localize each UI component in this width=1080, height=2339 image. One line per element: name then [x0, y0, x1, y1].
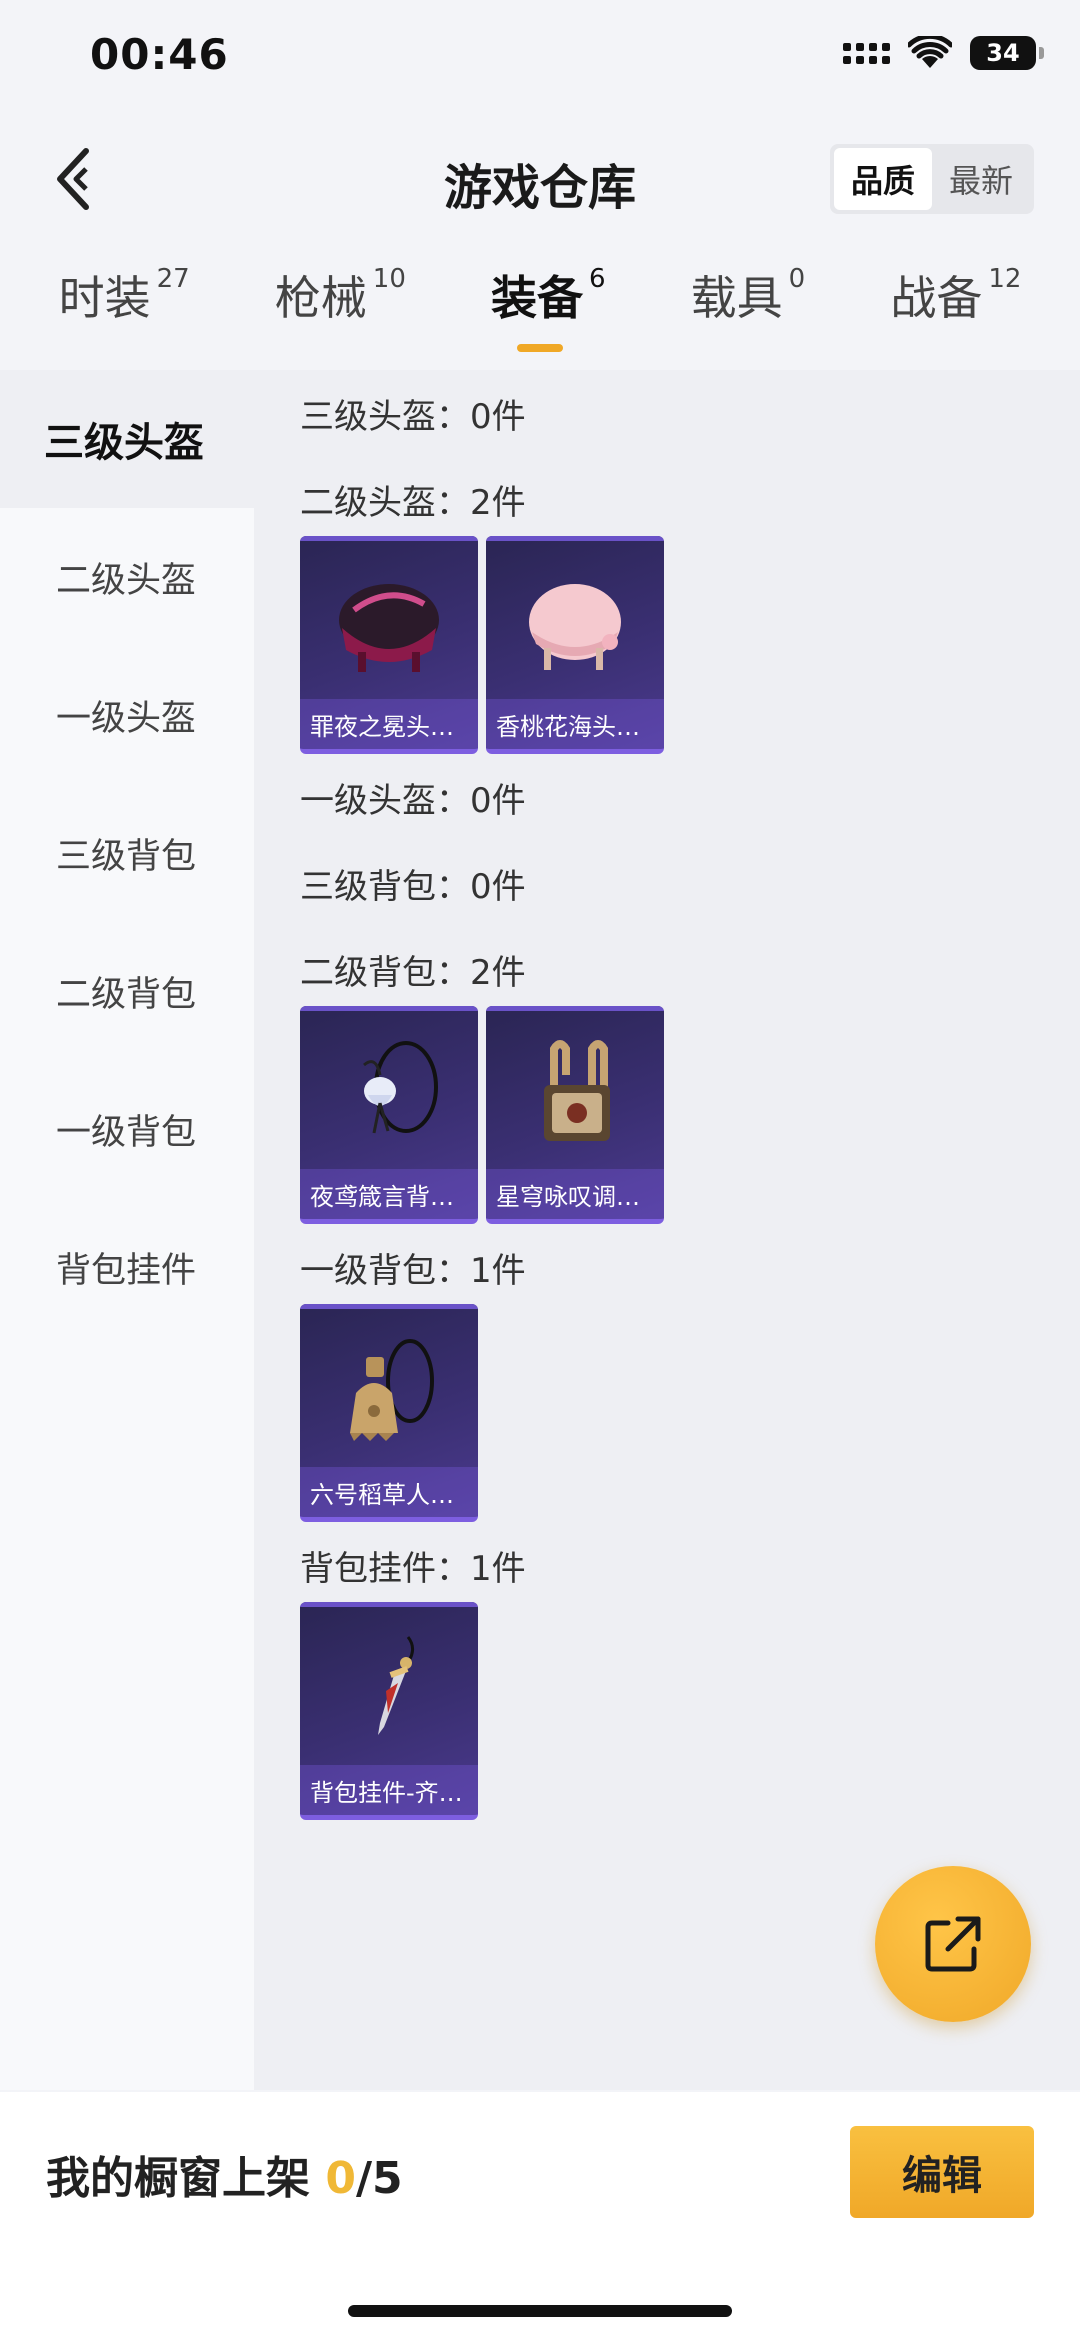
showcase-total: /5: [355, 2153, 403, 2204]
item-row: 背包挂件-齐…: [300, 1602, 1080, 1820]
item-card[interactable]: 背包挂件-齐…: [300, 1602, 478, 1820]
sidebar-item-level1-helmet[interactable]: 一级头盔: [0, 646, 254, 784]
section-title: 背包挂件：1件: [300, 1548, 526, 1589]
tab-count: 0: [788, 264, 806, 294]
home-indicator: [348, 2305, 732, 2317]
tab-label: 时装: [58, 271, 151, 325]
cellular-signal-icon: [843, 42, 890, 64]
sidebar-item-level3-backpack[interactable]: 三级背包: [0, 784, 254, 922]
sort-toggle: 品质 最新: [830, 144, 1034, 214]
tab-count: 10: [372, 264, 406, 294]
tab-count: 27: [156, 264, 190, 294]
status-bar: 00:46 34: [0, 0, 1080, 120]
section-title: 一级头盔：0件: [300, 780, 526, 821]
section-title: 三级头盔：0件: [300, 396, 526, 437]
game-warehouse-page: 00:46 34 游戏仓库 品质 最新 时装 27 枪械 10 装备 6 载具 …: [0, 0, 1080, 2339]
backpack-flower-icon: [363, 1041, 438, 1134]
backpack-gold-icon: [544, 1040, 610, 1141]
nav-bar: 游戏仓库 品质 最新: [0, 120, 1080, 240]
wifi-icon: [908, 36, 952, 68]
helmet-pink-icon: [529, 584, 621, 670]
category-sidebar: 三级头盔 二级头盔 一级头盔 三级背包 二级背包 一级背包 背包挂件: [0, 370, 254, 2090]
sidebar-item-level2-backpack[interactable]: 二级背包: [0, 922, 254, 1060]
item-card[interactable]: 夜鸢箴言背…: [300, 1006, 478, 1224]
item-card[interactable]: 星穹咏叹调…: [486, 1006, 664, 1224]
sidebar-item-level2-helmet[interactable]: 二级头盔: [0, 508, 254, 646]
item-row: 六号稻草人…: [300, 1304, 1080, 1522]
sidebar-item-level3-helmet[interactable]: 三级头盔: [0, 370, 254, 508]
item-card[interactable]: 罪夜之冕头…: [300, 536, 478, 754]
item-card[interactable]: 六号稻草人…: [300, 1304, 478, 1522]
item-name: 星穹咏叹调…: [486, 1169, 664, 1219]
showcase-label: 我的橱窗上架: [46, 2153, 310, 2204]
tab-vehicles[interactable]: 载具 0: [691, 262, 806, 362]
status-icons: 34: [843, 36, 1044, 70]
sort-by-quality[interactable]: 品质: [834, 148, 932, 210]
section-title: 一级背包：1件: [300, 1250, 526, 1291]
tab-fashion[interactable]: 时装 27: [59, 262, 190, 362]
tab-label: 装备: [491, 271, 583, 325]
sidebar-item-level1-backpack[interactable]: 一级背包: [0, 1060, 254, 1198]
edit-button[interactable]: 编辑: [850, 2126, 1034, 2218]
item-row: 罪夜之冕头… 香桃花海头…: [300, 536, 1080, 754]
showcase-status: 我的橱窗上架 0/5: [46, 2142, 403, 2206]
item-list[interactable]: 三级头盔：0件 二级头盔：2件 罪夜之冕头… 香桃花海头… 一级头盔：0件 三级…: [254, 370, 1080, 2090]
item-name: 香桃花海头…: [486, 699, 664, 749]
battery-icon: 34: [970, 36, 1044, 70]
active-tab-indicator: [517, 344, 563, 352]
item-name: 六号稻草人…: [300, 1467, 478, 1517]
battery-level: 34: [986, 39, 1020, 67]
pendant-sword-icon: [378, 1636, 415, 1735]
sidebar-item-backpack-pendant[interactable]: 背包挂件: [0, 1198, 254, 1336]
sort-by-newest[interactable]: 最新: [932, 148, 1030, 210]
item-name: 夜鸢箴言背…: [300, 1169, 478, 1219]
item-row: 夜鸢箴言背… 星穹咏叹调…: [300, 1006, 1080, 1224]
tab-label: 载具: [690, 271, 783, 325]
tab-equipment[interactable]: 装备 6: [491, 262, 606, 362]
category-tabs: 时装 27 枪械 10 装备 6 载具 0 战备 12: [0, 262, 1080, 366]
backpack-straw-icon: [350, 1339, 434, 1441]
tab-label: 战备: [890, 271, 983, 325]
share-button[interactable]: [875, 1866, 1031, 2022]
tab-supplies[interactable]: 战备 12: [890, 262, 1021, 362]
external-link-icon: [925, 1916, 981, 1972]
item-name: 背包挂件-齐…: [300, 1765, 478, 1815]
item-card[interactable]: 香桃花海头…: [486, 536, 664, 754]
tab-label: 枪械: [274, 271, 367, 325]
section-title: 三级背包：0件: [300, 866, 526, 907]
item-name: 罪夜之冕头…: [300, 699, 478, 749]
section-title: 二级头盔：2件: [300, 482, 526, 523]
tab-count: 6: [589, 264, 606, 294]
tab-firearms[interactable]: 枪械 10: [275, 262, 406, 362]
showcase-current-count: 0: [325, 2153, 356, 2204]
helmet-dark-icon: [339, 584, 439, 672]
tab-count: 12: [988, 264, 1022, 294]
section-title: 二级背包：2件: [300, 952, 526, 993]
bottom-bar: 我的橱窗上架 0/5 编辑: [0, 2092, 1080, 2339]
status-time: 00:46: [90, 30, 229, 79]
